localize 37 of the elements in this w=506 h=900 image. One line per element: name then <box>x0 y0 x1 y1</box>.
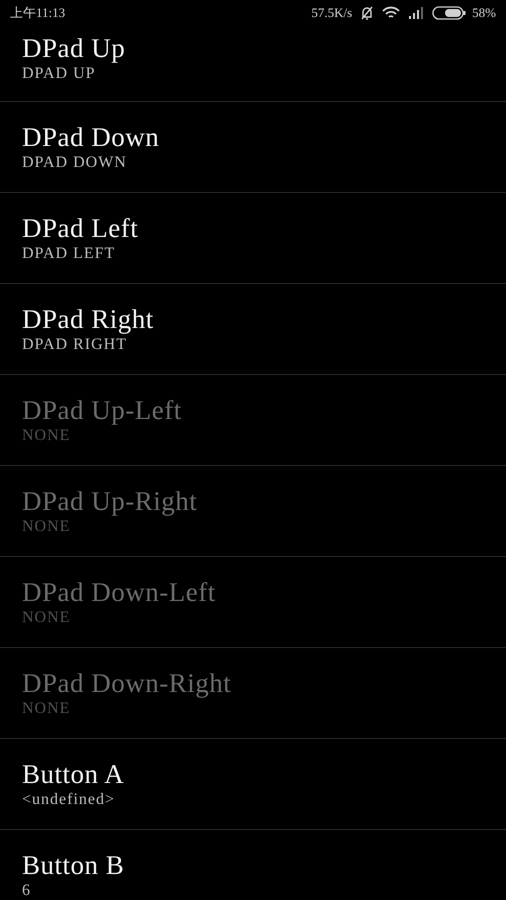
preference-item[interactable]: DPad Down DPAD DOWN <box>0 102 506 193</box>
signal-icon <box>408 7 424 19</box>
item-title: DPad Up-Right <box>22 485 198 517</box>
item-title: DPad Left <box>22 212 138 244</box>
preference-item[interactable]: DPad Down-Right NONE <box>0 648 506 739</box>
wifi-icon <box>382 6 400 20</box>
item-title: DPad Right <box>22 303 154 335</box>
item-summary: NONE <box>22 426 70 446</box>
item-summary: DPAD DOWN <box>22 153 127 173</box>
item-summary: DPAD LEFT <box>22 244 116 264</box>
preference-item[interactable]: Button B 6 <box>0 830 506 900</box>
preference-item[interactable]: DPad Up-Right NONE <box>0 466 506 557</box>
battery-icon <box>432 6 466 20</box>
network-speed: 57.5K/s <box>311 4 352 22</box>
item-title: DPad Down-Right <box>22 667 232 699</box>
battery-percent: 58% <box>472 4 496 22</box>
bell-off-icon <box>360 6 374 20</box>
item-summary: <undefined> <box>22 790 116 810</box>
item-title: DPad Up <box>22 32 126 64</box>
item-summary: DPAD UP <box>22 64 96 84</box>
preference-item[interactable]: DPad Up DPAD UP <box>0 26 506 102</box>
item-title: DPad Down-Left <box>22 576 216 608</box>
item-summary: 6 <box>22 881 31 900</box>
item-title: DPad Up-Left <box>22 394 182 426</box>
item-summary: DPAD RIGHT <box>22 335 127 355</box>
preference-item[interactable]: DPad Right DPAD RIGHT <box>0 284 506 375</box>
preference-item[interactable]: DPad Down-Left NONE <box>0 557 506 648</box>
item-title: Button A <box>22 758 124 790</box>
clock-time: 上午11:13 <box>10 4 66 22</box>
item-summary: NONE <box>22 699 70 719</box>
preference-item[interactable]: Button A <undefined> <box>0 739 506 830</box>
preference-item[interactable]: DPad Up-Left NONE <box>0 375 506 466</box>
preference-item[interactable]: DPad Left DPAD LEFT <box>0 193 506 284</box>
item-summary: NONE <box>22 517 70 537</box>
item-summary: NONE <box>22 608 70 628</box>
item-title: DPad Down <box>22 121 160 153</box>
item-title: Button B <box>22 849 124 881</box>
